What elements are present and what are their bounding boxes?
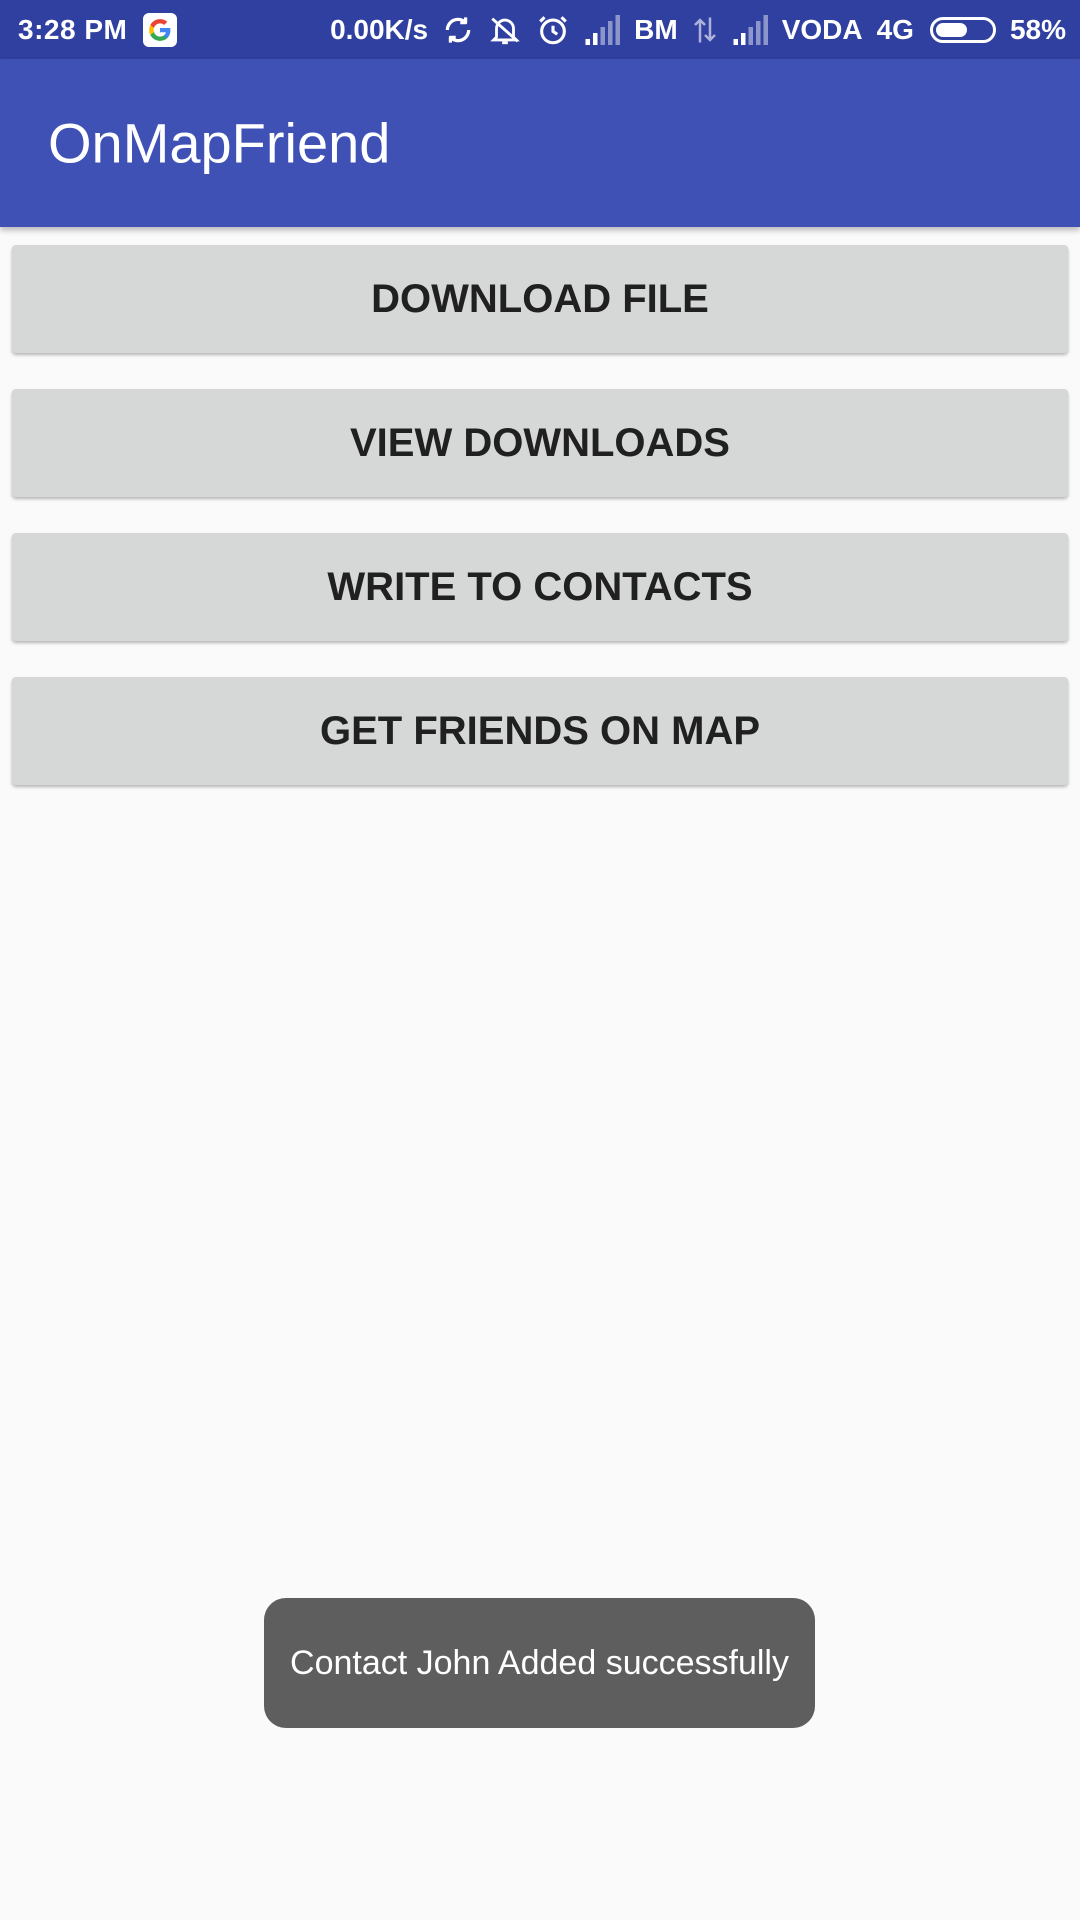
signal-icon [584, 14, 621, 45]
button-list: DOWNLOAD FILE VIEW DOWNLOADS WRITE TO CO… [12, 245, 1068, 821]
app-bar: OnMapFriend [0, 59, 1080, 227]
network-type-label: 4G [876, 13, 914, 45]
carrier-1-label: BM [634, 13, 678, 45]
battery-level-fill [935, 22, 967, 37]
sync-icon [442, 14, 474, 46]
get-friends-on-map-button[interactable]: GET FRIENDS ON MAP [12, 677, 1068, 785]
status-bar: 3:28 PM 0.00K/s BM VODA 4G 58% [0, 0, 1080, 59]
write-to-contacts-button[interactable]: WRITE TO CONTACTS [12, 533, 1068, 641]
battery-percent: 58% [1009, 13, 1066, 45]
view-downloads-button[interactable]: VIEW DOWNLOADS [12, 389, 1068, 497]
status-bar-left: 3:28 PM [18, 12, 178, 47]
alarm-icon [536, 13, 570, 47]
notifications-off-icon [488, 13, 522, 47]
battery-icon [929, 16, 996, 43]
signal-icon [732, 14, 768, 45]
download-file-button[interactable]: DOWNLOAD FILE [12, 245, 1068, 353]
status-bar-right: 0.00K/s BM VODA 4G 58% [330, 13, 1066, 47]
app-title: OnMapFriend [48, 111, 391, 175]
carrier-2-label: VODA [781, 13, 863, 45]
google-icon [143, 12, 178, 47]
status-time: 3:28 PM [18, 13, 128, 45]
data-arrows-icon [692, 15, 718, 45]
toast-message: Contact John Added successfully [264, 1598, 815, 1728]
network-speed: 0.00K/s [330, 13, 429, 45]
